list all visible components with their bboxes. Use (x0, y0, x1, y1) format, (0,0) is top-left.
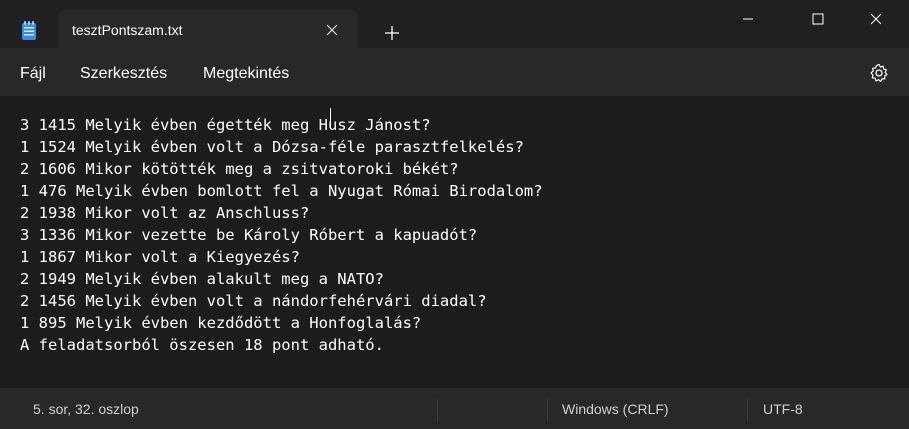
close-icon (326, 24, 338, 36)
menu-bar: Fájl Szerkesztés Megtekintés (0, 48, 909, 96)
close-icon (870, 13, 882, 25)
text-editor[interactable]: 3 1415 Melyik évben égették meg Husz Ján… (0, 96, 909, 388)
menu-edit[interactable]: Szerkesztés (80, 65, 167, 83)
menu-file[interactable]: Fájl (20, 65, 46, 83)
plus-icon (385, 26, 399, 40)
text-line: 3 1415 Melyik évben égették meg Husz Ján… (20, 116, 431, 134)
text-line: 1 1524 Melyik évben volt a Dózsa-féle pa… (20, 138, 524, 156)
notepad-icon (21, 21, 37, 41)
tab-title: tesztPontszam.txt (72, 22, 183, 38)
minimize-icon (743, 18, 753, 20)
status-divider (547, 399, 548, 421)
text-caret (330, 108, 331, 127)
title-bar: tesztPontszam.txt (0, 0, 909, 48)
text-line: 2 1949 Melyik évben alakult meg a NATO? (20, 270, 384, 288)
close-tab-button[interactable] (320, 18, 344, 42)
text-line: 1 895 Melyik évben kezdődött a Honfoglal… (20, 314, 422, 332)
new-tab-button[interactable] (378, 20, 406, 46)
gear-icon (870, 63, 888, 82)
maximize-icon (812, 13, 824, 25)
text-line: 2 1606 Mikor kötötték meg a zsitvatoroki… (20, 160, 459, 178)
maximize-button[interactable] (795, 0, 841, 38)
encoding: UTF-8 (763, 401, 803, 417)
menu-view[interactable]: Megtekintés (203, 65, 289, 83)
minimize-button[interactable] (725, 0, 771, 38)
text-line: 1 476 Melyik évben bomlott fel a Nyugat … (20, 182, 543, 200)
close-window-button[interactable] (853, 0, 899, 38)
text-line: A feladatsorból öszesen 18 pont adható. (20, 336, 384, 354)
text-line: 3 1336 Mikor vezette be Károly Róbert a … (20, 226, 478, 244)
line-ending: Windows (CRLF) (562, 401, 669, 417)
settings-button[interactable] (866, 60, 892, 86)
text-line: 2 1938 Mikor volt az Anschluss? (20, 204, 310, 222)
text-line: 1 1867 Mikor volt a Kiegyezés? (20, 248, 300, 266)
status-divider (437, 399, 438, 421)
status-bar: 5. sor, 32. oszlop Windows (CRLF) UTF-8 (0, 388, 909, 429)
text-line: 2 1456 Melyik évben volt a nándorfehérvá… (20, 292, 487, 310)
status-divider (747, 399, 748, 421)
tab-file[interactable]: tesztPontszam.txt (58, 10, 358, 48)
cursor-position: 5. sor, 32. oszlop (33, 401, 139, 417)
